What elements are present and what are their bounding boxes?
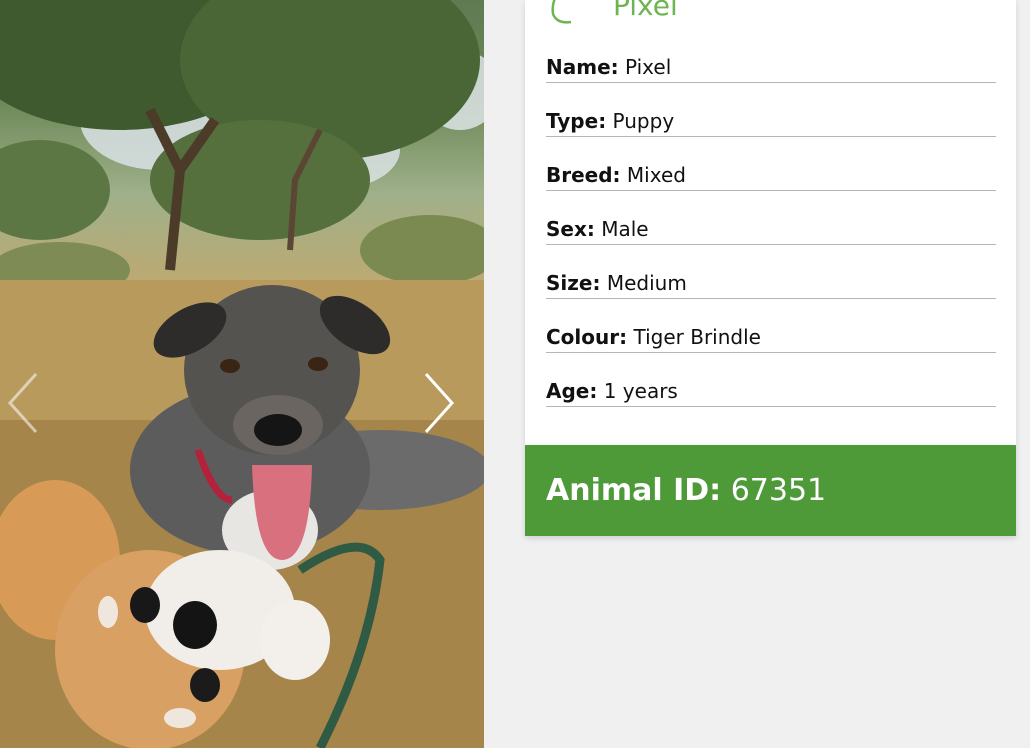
- detail-label: Name:: [546, 55, 619, 79]
- detail-row-age: Age: 1 years: [546, 377, 996, 407]
- detail-value: Mixed: [626, 163, 686, 187]
- detail-value: Pixel: [625, 55, 672, 79]
- photo-carousel[interactable]: [0, 0, 484, 748]
- dog-photo: [0, 0, 484, 748]
- detail-row-sex: Sex: Male: [546, 215, 996, 245]
- detail-row-breed: Breed: Mixed: [546, 161, 996, 191]
- detail-label: Colour:: [546, 325, 628, 349]
- animal-id-label: Animal ID:: [546, 473, 722, 508]
- detail-value: 1 years: [603, 379, 678, 403]
- detail-value: Tiger Brindle: [633, 325, 761, 349]
- detail-label: Age:: [546, 379, 598, 403]
- detail-value: Male: [601, 217, 649, 241]
- card-header: Pixel: [547, 0, 678, 26]
- detail-row-type: Type: Puppy: [546, 107, 996, 137]
- detail-value: Medium: [606, 271, 687, 295]
- detail-value: Puppy: [612, 109, 675, 133]
- previous-photo-button[interactable]: [6, 372, 50, 442]
- chevron-left-icon: [7, 372, 38, 434]
- detail-row-size: Size: Medium: [546, 269, 996, 299]
- next-photo-button[interactable]: [422, 372, 466, 442]
- animal-outline-icon: [551, 0, 572, 24]
- chevron-right-icon: [424, 372, 455, 434]
- detail-label: Sex:: [546, 217, 595, 241]
- animal-id-bar: Animal ID: 67351: [525, 445, 1016, 536]
- animal-id-value: 67351: [730, 473, 827, 508]
- detail-label: Size:: [546, 271, 601, 295]
- details-list: Name: Pixel Type: Puppy Breed: Mixed Sex…: [546, 53, 996, 431]
- detail-label: Type:: [546, 109, 607, 133]
- detail-row-name: Name: Pixel: [546, 53, 996, 83]
- animal-details-card: Pixel Name: Pixel Type: Puppy Breed: Mix…: [525, 0, 1016, 445]
- animal-name-title: Pixel: [613, 0, 678, 22]
- detail-label: Breed:: [546, 163, 621, 187]
- detail-row-colour: Colour: Tiger Brindle: [546, 323, 996, 353]
